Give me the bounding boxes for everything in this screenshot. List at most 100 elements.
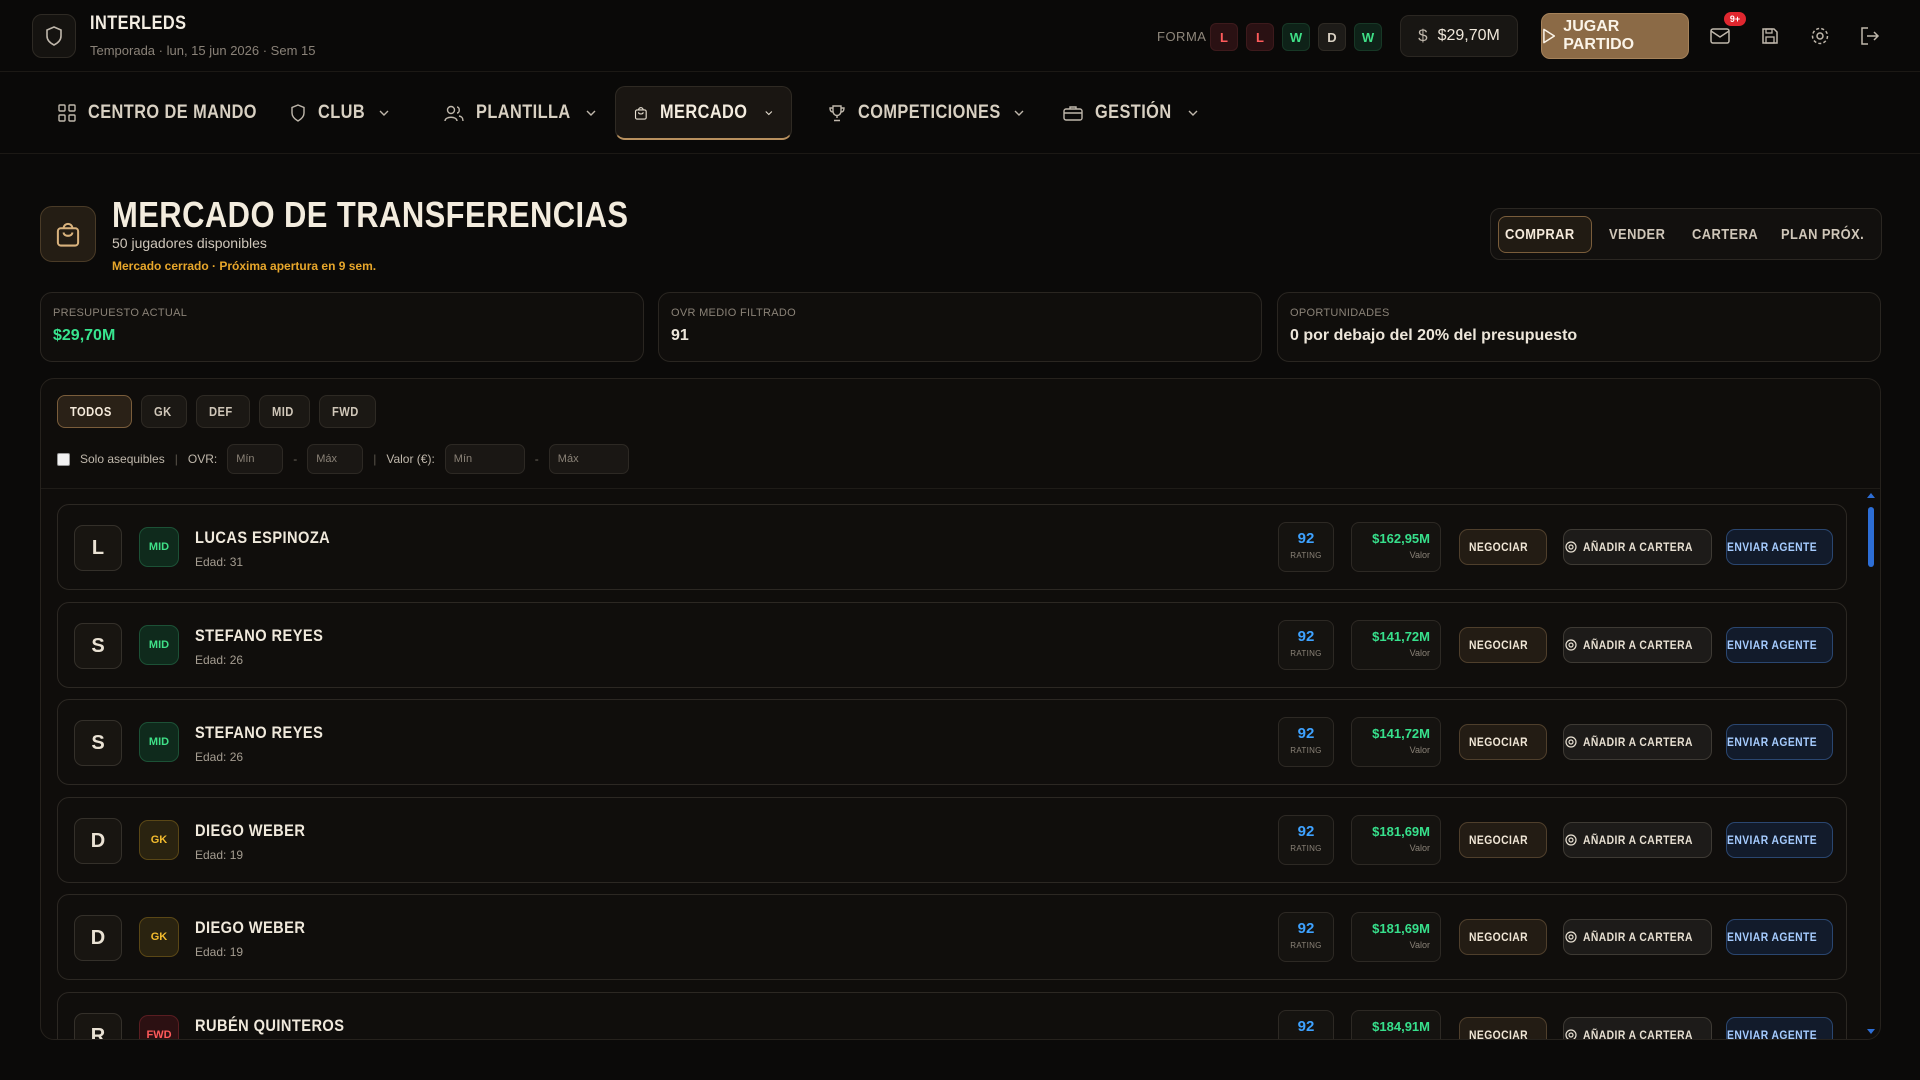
position-badge: GK bbox=[139, 820, 179, 860]
rating-box: 92 RATING bbox=[1278, 815, 1334, 865]
player-row[interactable]: D GK DIEGO WEBER Edad: 19 92 RATING $181… bbox=[57, 894, 1847, 980]
play-icon bbox=[1543, 28, 1556, 44]
tab-vender[interactable]: VENDER bbox=[1599, 216, 1685, 253]
player-initial-avatar: S bbox=[74, 623, 122, 669]
player-name[interactable]: STEFANO REYES bbox=[195, 626, 344, 646]
rating-label: RATING bbox=[1290, 649, 1322, 658]
briefcase-icon bbox=[1063, 106, 1083, 121]
value-box: $141,72M Valor bbox=[1351, 620, 1441, 670]
player-row[interactable]: R FWD RUBÉN QUINTEROS 92 RATING $184,91M… bbox=[57, 992, 1847, 1039]
send-agent-button[interactable]: ENVIAR AGENTE bbox=[1726, 822, 1833, 858]
nav-competiciones[interactable]: COMPETICIONES bbox=[810, 86, 1042, 140]
nav-club[interactable]: CLUB bbox=[272, 86, 407, 140]
filter-chip-gk[interactable]: GK bbox=[140, 395, 187, 428]
filter-chip-mid[interactable]: MID bbox=[258, 395, 310, 428]
player-initial-avatar: R bbox=[74, 1013, 122, 1039]
player-initial-avatar: S bbox=[74, 720, 122, 766]
tab-plan-prox[interactable]: PLAN PRÓX. bbox=[1779, 216, 1879, 253]
player-age: Edad: 31 bbox=[195, 555, 244, 569]
value-max-input[interactable]: Máx bbox=[548, 444, 629, 474]
send-agent-button[interactable]: ENVIAR AGENTE bbox=[1726, 724, 1833, 760]
affordable-checkbox[interactable] bbox=[57, 452, 70, 466]
budget-value: $29,70M bbox=[1437, 27, 1500, 44]
send-agent-button[interactable]: ENVIAR AGENTE bbox=[1726, 529, 1833, 565]
nav-plantilla[interactable]: PLANTILLA bbox=[426, 86, 614, 140]
value-min-input[interactable]: Mín bbox=[444, 444, 525, 474]
rating-label: RATING bbox=[1290, 844, 1322, 853]
value-label: Valor bbox=[1409, 550, 1430, 560]
negotiate-button[interactable]: NEGOCIAR bbox=[1459, 529, 1547, 565]
tab-cartera[interactable]: CARTERA bbox=[1687, 216, 1773, 253]
add-to-cart-button[interactable]: AÑADIR A CARTERA bbox=[1563, 822, 1712, 858]
player-row[interactable]: S MID STEFANO REYES Edad: 26 92 RATING $… bbox=[57, 602, 1847, 688]
stat-value: $29,70M bbox=[53, 327, 116, 344]
position-badge: GK bbox=[139, 917, 179, 957]
market-status-warning: Mercado cerrado · Próxima apertura en 9 … bbox=[112, 259, 377, 273]
negotiate-button[interactable]: NEGOCIAR bbox=[1459, 919, 1547, 955]
add-to-cart-button[interactable]: AÑADIR A CARTERA bbox=[1563, 627, 1712, 663]
rating-box: 92 RATING bbox=[1278, 717, 1334, 767]
nav-centro-de-mando[interactable]: CENTRO DE MANDO bbox=[40, 86, 302, 140]
add-to-cart-button[interactable]: AÑADIR A CARTERA bbox=[1563, 919, 1712, 955]
nav-label: GESTIÓN bbox=[1095, 102, 1172, 123]
nav-gestion[interactable]: GESTIÓN bbox=[1045, 86, 1216, 140]
tab-comprar[interactable]: COMPRAR bbox=[1498, 216, 1592, 253]
player-name[interactable]: STEFANO REYES bbox=[195, 723, 344, 743]
grid-icon bbox=[58, 104, 76, 122]
divider bbox=[41, 488, 1880, 489]
negotiate-button[interactable]: NEGOCIAR bbox=[1459, 822, 1547, 858]
play-match-label: JUGAR PARTIDO bbox=[1563, 18, 1635, 53]
scrollbar[interactable] bbox=[1867, 493, 1875, 1033]
negotiate-button[interactable]: NEGOCIAR bbox=[1459, 1017, 1547, 1039]
player-row[interactable]: L MID LUCAS ESPINOZA Edad: 31 92 RATING … bbox=[57, 504, 1847, 590]
page-subtitle: 50 jugadores disponibles bbox=[112, 235, 267, 251]
stat-label: OPORTUNIDADES bbox=[1290, 307, 1390, 319]
divider: | bbox=[174, 452, 178, 466]
target-icon bbox=[1565, 541, 1577, 553]
value-box: $184,91M Valor bbox=[1351, 1010, 1441, 1039]
scroll-up-icon[interactable] bbox=[1867, 493, 1875, 498]
filter-chip-def[interactable]: DEF bbox=[196, 395, 250, 428]
logout-icon[interactable] bbox=[1858, 24, 1882, 48]
value-label: Valor bbox=[1409, 843, 1430, 853]
player-initial-avatar: D bbox=[74, 915, 122, 961]
nav-mercado[interactable]: MERCADO bbox=[615, 86, 792, 140]
nav-label: MERCADO bbox=[659, 101, 748, 123]
player-name[interactable]: DIEGO WEBER bbox=[195, 918, 323, 938]
add-to-cart-button[interactable]: AÑADIR A CARTERA bbox=[1563, 1017, 1712, 1039]
club-shield-icon[interactable] bbox=[32, 14, 76, 58]
scrollbar-thumb[interactable] bbox=[1868, 507, 1874, 567]
filter-chip-todos[interactable]: TODOS bbox=[57, 395, 132, 428]
trophy-icon bbox=[829, 105, 845, 122]
player-name[interactable]: LUCAS ESPINOZA bbox=[195, 528, 352, 548]
add-to-cart-button[interactable]: AÑADIR A CARTERA bbox=[1563, 724, 1712, 760]
player-row[interactable]: D GK DIEGO WEBER Edad: 19 92 RATING $181… bbox=[57, 797, 1847, 883]
position-badge: MID bbox=[139, 527, 179, 567]
filter-chip-fwd[interactable]: FWD bbox=[318, 395, 376, 428]
nav-label: COMPETICIONES bbox=[858, 102, 1001, 123]
player-name[interactable]: RUBÉN QUINTEROS bbox=[195, 1016, 369, 1036]
negotiate-button[interactable]: NEGOCIAR bbox=[1459, 724, 1547, 760]
rating-label: RATING bbox=[1290, 746, 1322, 755]
gear-icon[interactable] bbox=[1808, 24, 1832, 48]
send-agent-button[interactable]: ENVIAR AGENTE bbox=[1726, 627, 1833, 663]
player-age: Edad: 19 bbox=[195, 945, 244, 959]
player-row[interactable]: S MID STEFANO REYES Edad: 26 92 RATING $… bbox=[57, 699, 1847, 785]
mail-icon[interactable] bbox=[1708, 24, 1732, 48]
chevron-down-icon bbox=[586, 110, 596, 116]
send-agent-button[interactable]: ENVIAR AGENTE bbox=[1726, 919, 1833, 955]
play-match-button[interactable]: JUGAR PARTIDO bbox=[1541, 13, 1689, 59]
chevron-down-icon bbox=[1188, 110, 1198, 116]
negotiate-button[interactable]: NEGOCIAR bbox=[1459, 627, 1547, 663]
ovr-max-input[interactable]: Máx bbox=[307, 444, 364, 474]
add-to-cart-button[interactable]: AÑADIR A CARTERA bbox=[1563, 529, 1712, 565]
player-value: $184,91M bbox=[1372, 1019, 1430, 1034]
stat-value: 0 por debajo del 20% del presupuesto bbox=[1290, 327, 1578, 344]
notification-badge: 9+ bbox=[1724, 12, 1746, 26]
ovr-min-input[interactable]: Mín bbox=[227, 444, 284, 474]
top-bar: INTERLEDS Temporada · lun, 15 jun 2026 ·… bbox=[0, 0, 1920, 72]
send-agent-button[interactable]: ENVIAR AGENTE bbox=[1726, 1017, 1833, 1039]
player-name[interactable]: DIEGO WEBER bbox=[195, 821, 323, 841]
scroll-down-icon[interactable] bbox=[1867, 1029, 1875, 1034]
save-icon[interactable] bbox=[1758, 24, 1782, 48]
